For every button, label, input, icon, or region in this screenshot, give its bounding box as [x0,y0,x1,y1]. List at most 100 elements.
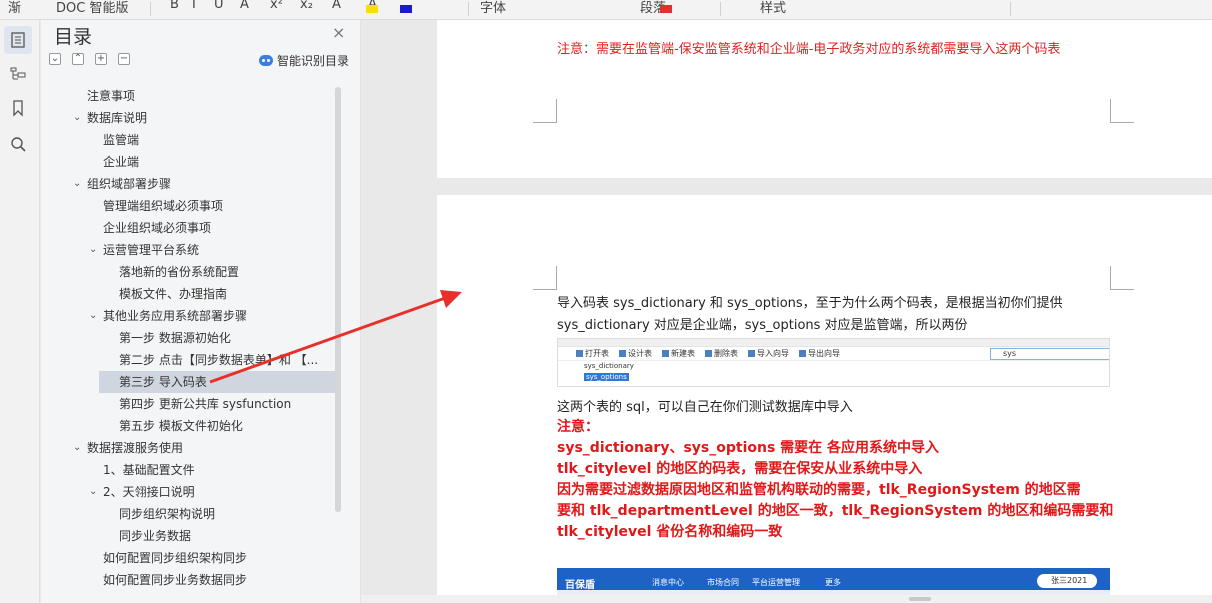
app-nav-item: 更多 [825,578,841,587]
toc-item[interactable]: ⌄ 数据库说明 [41,107,341,129]
toc-item[interactable]: 如何配置同步组织架构同步 [41,547,341,569]
color-swatch[interactable] [660,5,672,13]
scroll-thumb[interactable] [909,597,931,601]
screenshot-row-selected: sys_options [584,373,629,381]
toc-item-label: 数据库说明 [87,111,148,125]
app-nav-item: 平台运营管理 [752,578,800,587]
page-1: 注意：需要在监管端-保安监管系统和企业端-电子政务对应的系统都需要导入这两个码表 [437,20,1212,178]
document-area: 注意：需要在监管端-保安监管系统和企业端-电子政务对应的系统都需要导入这两个码表… [361,20,1212,595]
color-swatch[interactable] [366,5,378,13]
toc-item[interactable]: 第二步 点击【同步数据表单】和 【... [41,349,341,371]
table-icon [748,350,755,357]
toolbar-fragment[interactable]: A [240,0,249,12]
toolbar-fragment[interactable]: 渐 [8,0,21,16]
toolbar-fragment[interactable]: B [170,0,179,12]
toc-item[interactable]: ⌄ 组织域部署步骤 [41,173,341,195]
add-icon[interactable]: + [95,53,107,65]
toolbar-fragment[interactable]: 样式 [760,0,786,16]
chevron-down-icon[interactable]: ⌄ [89,305,99,327]
table-icon [799,350,806,357]
toc-item[interactable]: 管理端组织域必须事项 [41,195,341,217]
toc-item[interactable]: 同步业务数据 [41,525,341,547]
toc-item-label: 运营管理平台系统 [103,243,200,257]
note-line: 注意：需要在监管端-保安监管系统和企业端-电子政务对应的系统都需要导入这两个码表 [557,42,1061,57]
body-line-3: 这两个表的 sql，可以自己在你们测试数据库中导入 [557,400,853,415]
margin-corner-tr [1110,99,1134,123]
bold-line-1: 注意： [557,419,599,435]
color-swatch[interactable] [400,5,412,13]
toolbar-fragment[interactable]: I [192,0,196,12]
close-icon[interactable]: × [332,23,345,42]
toc-item-label: 同步组织架构说明 [119,507,216,521]
toc-item-label: 数据摆渡服务使用 [87,441,184,455]
smart-robot-icon [259,55,273,66]
toc-item[interactable]: ⌄ 其他业务应用系统部署步骤 [41,305,341,327]
chevron-down-icon[interactable]: ⌄ [89,481,99,503]
toc-item-label: 管理端组织域必须事项 [103,199,224,213]
app-user-badge: 张三2021 [1037,574,1097,588]
chevron-down-icon[interactable]: ⌄ [73,173,83,195]
toc-item[interactable]: 1、基础配置文件 [41,459,341,481]
toc-item[interactable]: 企业端 [41,151,341,173]
margin-corner-tl [533,99,557,123]
collapse-up-icon[interactable]: ⌃ [72,53,84,65]
toc-title: 目录 [54,26,93,48]
toc-item-label: 2、天翎接口说明 [103,485,195,499]
toc-item-label: 第一步 数据源初始化 [119,331,231,345]
body-line-2: sys_dictionary 对应是企业端，sys_options 对应是监管端… [557,318,968,333]
left-icon-rail [0,20,40,603]
toc-item[interactable]: 监管端 [41,129,341,151]
toolbar-fragment[interactable]: A [332,0,341,12]
toc-item[interactable]: ⌄ 运营管理平台系统 [41,239,341,261]
toc-item-label: 如何配置同步业务数据同步 [103,573,248,587]
bold-line-5: 要和 tlk_departmentLevel 的地区一致，tlk_RegionS… [557,503,1114,519]
toc-item[interactable]: 模板文件、办理指南 [41,283,341,305]
horizontal-scrollbar[interactable] [361,595,1212,603]
toc-item-label: 模板文件、办理指南 [119,287,228,301]
toolbar-separator [150,2,151,16]
toolbar-fragment[interactable]: DOC 智能版 [56,0,128,16]
toc-item[interactable]: ⌄ 数据摆渡服务使用 [41,437,341,459]
toc-icon[interactable] [4,26,32,54]
toolbar-fragment[interactable]: 字体 [480,0,506,16]
toc-item[interactable]: 如何配置同步业务数据同步 [41,569,341,591]
toc-item-label: 企业端 [103,155,140,169]
toc-item[interactable]: 第三步 导入码表 [99,371,341,393]
toc-scrollbar[interactable] [335,87,341,512]
page-2: 导入码表 sys_dictionary 和 sys_options，至于为什么两… [437,195,1212,595]
table-icon [705,350,712,357]
toc-item[interactable]: 同步组织架构说明 [41,503,341,525]
toc-item[interactable]: 落地新的省份系统配置 [41,261,341,283]
table-icon [619,350,626,357]
bookmark-icon[interactable] [4,94,32,122]
toc-item[interactable]: ⌄ 2、天翎接口说明 [41,481,341,503]
app-brand: 百保盾 [565,580,595,591]
smart-toc-button[interactable]: 智能识别目录 [259,52,349,69]
chevron-down-icon[interactable]: ⌄ [73,437,83,459]
toolbar-fragment[interactable]: x₂ [300,0,313,12]
chevron-down-icon[interactable]: ⌄ [73,107,83,129]
search-icon[interactable] [4,130,32,158]
screenshot-toolbar-item: 设计表 [619,348,652,359]
bold-line-6: tlk_citylevel 省份名称和编码一致 [557,524,783,540]
outline-tree-icon[interactable] [4,60,32,88]
toolbar-fragment[interactable]: U [214,0,224,12]
toc-item[interactable]: 第四步 更新公共库 sysfunction [41,393,341,415]
toc-item-label: 第二步 点击【同步数据表单】和 【... [119,353,319,367]
smart-toc-label: 智能识别目录 [277,54,350,68]
expand-all-icon[interactable]: ⌄ [49,53,61,65]
embedded-screenshot: 打开表 设计表 新建表 删除表 导入向导 导出向导 sys sys_dictionary s… [557,338,1110,387]
bold-line-2: sys_dictionary、sys_options 需要在 各应用系统中导入 [557,440,940,456]
chevron-down-icon[interactable]: ⌄ [89,239,99,261]
toc-item[interactable]: 第一步 数据源初始化 [41,327,341,349]
toolbar-separator [468,2,469,16]
toolbar-fragment[interactable]: x² [270,0,283,12]
table-icon [662,350,669,357]
remove-icon[interactable]: − [118,53,130,65]
toc-item[interactable]: 注意事项 [41,85,341,107]
toc-item[interactable]: 第五步 模板文件初始化 [41,415,341,437]
toc-item-label: 1、基础配置文件 [103,463,195,477]
embedded-app-screenshot: 百保盾 消息中心 市场合同 平台运营管理 更多 张三2021 [557,568,1110,595]
toc-item[interactable]: 企业组织域必须事项 [41,217,341,239]
screenshot-toolbar-item: 导出向导 [799,348,840,359]
